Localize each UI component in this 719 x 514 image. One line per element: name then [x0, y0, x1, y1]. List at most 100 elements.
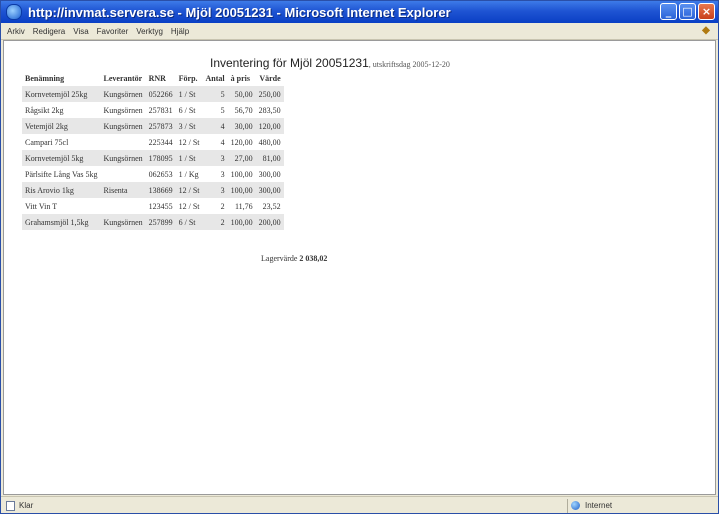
cell-name: Kornvetemjöl 25kg	[22, 86, 101, 102]
stock-value-total: Lagervärde 2 038,02	[261, 254, 327, 263]
cell-supplier: Kungsörnen	[100, 86, 146, 102]
cell-price: 100,00	[227, 166, 256, 182]
cell-value: 120,00	[255, 118, 284, 134]
cell-supplier: Kungsörnen	[100, 118, 146, 134]
cell-name: Vitt Vin T	[22, 198, 101, 214]
cell-name: Vetemjöl 2kg	[22, 118, 101, 134]
cell-name: Pärlsifte Lång Vas 5kg	[22, 166, 101, 182]
menu-bar: Arkiv Redigera Visa Favoriter Verktyg Hj…	[1, 23, 718, 40]
column-header-number: RNR	[148, 74, 166, 83]
cell-price: 30,00	[227, 118, 256, 134]
menu-favoriter[interactable]: Favoriter	[97, 27, 129, 36]
cell-name: Campari 75cl	[22, 134, 101, 150]
cell-supplier	[100, 134, 146, 150]
cell-number: 052266	[145, 86, 176, 102]
column-header-price: à pris	[230, 74, 250, 83]
cell-name: Kornvetemjöl 5kg	[22, 150, 101, 166]
column-header-name: Benämning	[25, 74, 65, 83]
cell-supplier	[100, 166, 146, 182]
cell-quantity: 3	[202, 150, 228, 166]
page-content: Inventering för Mjöl 20051231, utskrifts…	[3, 40, 716, 495]
cell-value: 23,52	[255, 198, 284, 214]
windows-logo-icon: ◆	[702, 25, 710, 36]
menu-verktyg[interactable]: Verktyg	[136, 27, 163, 36]
cell-price: 11,76	[227, 198, 256, 214]
cell-number: 257873	[145, 118, 176, 134]
cell-number: 178095	[145, 150, 176, 166]
cell-quantity: 4	[202, 118, 228, 134]
column-header-value: Värde	[259, 74, 281, 83]
table-row: Rågsikt 2kg Kungsörnen 257831 6 / St 5 5…	[22, 102, 284, 118]
cell-number: 123455	[145, 198, 176, 214]
cell-package: 12 / St	[175, 182, 203, 198]
cell-quantity: 5	[202, 86, 228, 102]
cell-name: Ris Arovio 1kg	[22, 182, 101, 198]
cell-price: 50,00	[227, 86, 256, 102]
maximize-button[interactable]: □	[679, 3, 696, 20]
menu-hjalp[interactable]: Hjälp	[171, 27, 189, 36]
table-header-row: Benämning Leverantör RNR Förp. Antal à p…	[22, 71, 284, 86]
close-button[interactable]: ×	[698, 3, 715, 20]
cell-quantity: 3	[202, 182, 228, 198]
column-header-quantity: Antal	[205, 74, 225, 83]
column-header-package: Förp.	[178, 74, 198, 83]
cell-price: 100,00	[227, 214, 256, 230]
internet-zone-icon	[571, 501, 580, 510]
table-row: Pärlsifte Lång Vas 5kg 062653 1 / Kg 3 1…	[22, 166, 284, 182]
cell-package: 12 / St	[175, 198, 203, 214]
table-row: Kornvetemjöl 5kg Kungsörnen 178095 1 / S…	[22, 150, 284, 166]
total-label: Lagervärde	[261, 254, 298, 263]
cell-price: 27,00	[227, 150, 256, 166]
cell-number: 062653	[145, 166, 176, 182]
security-zone-text: Internet	[585, 501, 613, 510]
cell-number: 257831	[145, 102, 176, 118]
cell-value: 250,00	[255, 86, 284, 102]
cell-number: 138669	[145, 182, 176, 198]
cell-package: 12 / St	[175, 134, 203, 150]
title-bar[interactable]: http://invmat.servera.se - Mjöl 20051231…	[1, 1, 718, 23]
cell-package: 1 / St	[175, 86, 203, 102]
column-header-supplier: Leverantör	[103, 74, 143, 83]
cell-supplier: Risenta	[100, 182, 146, 198]
table-row: Vitt Vin T 123455 12 / St 2 11,76 23,52	[22, 198, 284, 214]
cell-supplier: Kungsörnen	[100, 214, 146, 230]
cell-supplier	[100, 198, 146, 214]
cell-value: 480,00	[255, 134, 284, 150]
browser-window: http://invmat.servera.se - Mjöl 20051231…	[0, 0, 719, 514]
table-row: Kornvetemjöl 25kg Kungsörnen 052266 1 / …	[22, 86, 284, 102]
internet-explorer-icon	[6, 4, 22, 20]
cell-package: 6 / St	[175, 102, 203, 118]
cell-price: 100,00	[227, 182, 256, 198]
cell-supplier: Kungsörnen	[100, 150, 146, 166]
cell-value: 300,00	[255, 166, 284, 182]
inventory-table: Benämning Leverantör RNR Förp. Antal à p…	[22, 71, 284, 230]
cell-value: 200,00	[255, 214, 284, 230]
cell-number: 257899	[145, 214, 176, 230]
cell-package: 6 / St	[175, 214, 203, 230]
cell-price: 56,70	[227, 102, 256, 118]
cell-quantity: 3	[202, 166, 228, 182]
cell-quantity: 4	[202, 134, 228, 150]
minimize-button[interactable]: _	[660, 3, 677, 20]
status-divider	[567, 499, 568, 513]
table-row: Campari 75cl 225344 12 / St 4 120,00 480…	[22, 134, 284, 150]
cell-value: 283,50	[255, 102, 284, 118]
window-title: http://invmat.servera.se - Mjöl 20051231…	[28, 4, 451, 20]
cell-name: Rågsikt 2kg	[22, 102, 101, 118]
menu-visa[interactable]: Visa	[73, 27, 88, 36]
cell-supplier: Kungsörnen	[100, 102, 146, 118]
menu-arkiv[interactable]: Arkiv	[7, 27, 25, 36]
cell-quantity: 2	[202, 214, 228, 230]
cell-name: Grahamsmjöl 1,5kg	[22, 214, 101, 230]
report-print-date: , utskriftsdag 2005-12-20	[368, 60, 450, 69]
menu-redigera[interactable]: Redigera	[33, 27, 65, 36]
cell-package: 1 / St	[175, 150, 203, 166]
cell-value: 300,00	[255, 182, 284, 198]
cell-value: 81,00	[255, 150, 284, 166]
cell-price: 120,00	[227, 134, 256, 150]
cell-quantity: 5	[202, 102, 228, 118]
table-row: Ris Arovio 1kg Risenta 138669 12 / St 3 …	[22, 182, 284, 198]
status-text: Klar	[19, 501, 34, 510]
report-title: Inventering för Mjöl 20051231, utskrifts…	[210, 56, 450, 70]
cell-number: 225344	[145, 134, 176, 150]
